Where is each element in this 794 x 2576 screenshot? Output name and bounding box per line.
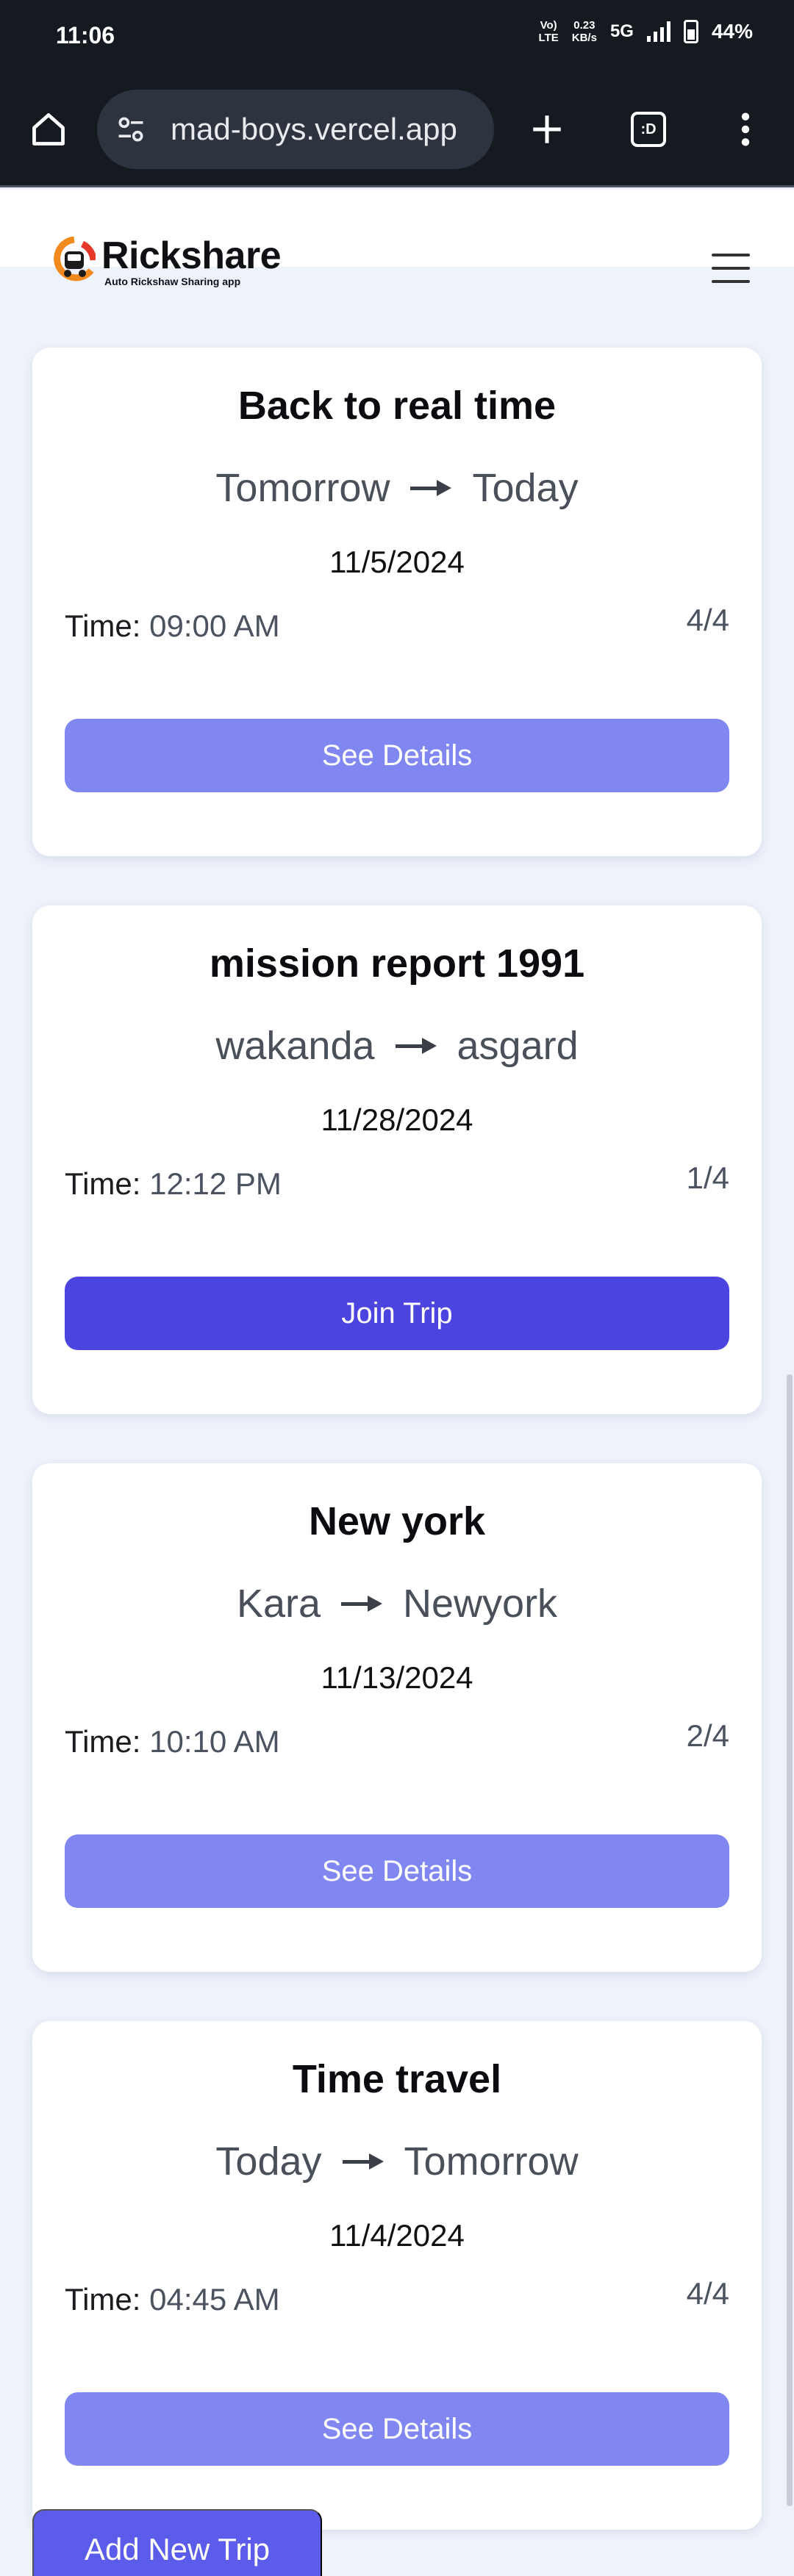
trip-to: Newyork (403, 1582, 558, 1626)
tabs-count: :D (631, 112, 666, 147)
battery-icon (683, 20, 698, 43)
trip-time: Time: 10:10 AM (65, 1724, 280, 1759)
trip-time-value: 04:45 AM (149, 2282, 280, 2317)
site-settings-icon[interactable] (110, 109, 151, 150)
trip-time-label: Time: (65, 609, 141, 643)
trip-date: 11/28/2024 (321, 1102, 473, 1137)
trip-time-label: Time: (65, 1724, 141, 1759)
hamburger-menu-icon[interactable] (712, 254, 750, 283)
logo-tagline: Auto Rickshaw Sharing app (104, 276, 241, 287)
trip-date: 11/5/2024 (329, 545, 465, 579)
arrow-right-icon (410, 479, 452, 497)
trip-card: mission report 1991 wakanda asgard 11/28… (32, 905, 762, 1414)
trip-seats: 1/4 (686, 1160, 729, 1195)
trip-time: Time: 12:12 PM (65, 1166, 282, 1202)
logo-name: Rickshare (101, 234, 282, 277)
network-speed-value: 0.23 (573, 19, 596, 32)
arrow-right-icon (341, 1595, 383, 1612)
trip-title: New york (308, 1499, 486, 1543)
status-bar: 11:06 Vo) LTE 0.23 KB/s 5G 44% (0, 0, 794, 73)
signal-icon (646, 21, 670, 42)
status-indicators: Vo) LTE 0.23 KB/s 5G 44% (539, 19, 753, 44)
trip-route: wakanda asgard (32, 1023, 762, 1069)
address-bar[interactable]: mad-boys.vercel.app (97, 90, 494, 169)
network-speed: 0.23 KB/s (572, 19, 597, 44)
trip-from: Tomorrow (215, 466, 390, 510)
trip-time-value: 12:12 PM (149, 1166, 282, 1201)
join-trip-button[interactable]: Join Trip (65, 1277, 729, 1350)
network-type: 5G (609, 21, 634, 41)
trip-title: Time travel (292, 2057, 502, 2101)
see-details-button[interactable]: See Details (65, 719, 729, 792)
trip-card: New york Kara Newyork 11/13/2024 Time: 1… (32, 1463, 762, 1972)
trip-route: Tomorrow Today (32, 465, 762, 511)
trip-to: Today (472, 466, 579, 510)
trip-time: Time: 04:45 AM (65, 2282, 280, 2317)
scrollbar[interactable] (787, 1374, 793, 2506)
trip-date: 11/4/2024 (329, 2218, 465, 2253)
browser-toolbar: mad-boys.vercel.app :D (0, 73, 794, 187)
status-time: 11:06 (56, 22, 115, 49)
trip-title: mission report 1991 (209, 941, 585, 986)
url-text: mad-boys.vercel.app (171, 112, 457, 146)
trip-seats: 4/4 (686, 2276, 729, 2311)
trip-time-value: 09:00 AM (149, 609, 280, 643)
trip-to: Tomorrow (404, 2139, 579, 2184)
logo[interactable]: Rickshare Auto Rickshaw Sharing app (53, 234, 282, 288)
more-menu-icon[interactable] (718, 101, 773, 157)
trip-route: Kara Newyork (32, 1581, 762, 1626)
trip-route: Today Tomorrow (32, 2139, 762, 2184)
volte-indicator: Vo) LTE (538, 19, 559, 44)
trip-time: Time: 09:00 AM (65, 609, 280, 644)
trip-time-value: 10:10 AM (149, 1724, 280, 1759)
trip-time-label: Time: (65, 2282, 141, 2317)
see-details-button[interactable]: See Details (65, 2392, 729, 2466)
see-details-button[interactable]: See Details (65, 1834, 729, 1908)
home-icon[interactable] (21, 101, 76, 157)
add-new-trip-button[interactable]: Add New Trip (32, 2509, 322, 2576)
trip-to: asgard (457, 1024, 579, 1068)
arrow-right-icon (395, 1037, 437, 1055)
new-tab-icon[interactable] (519, 101, 575, 157)
tabs-icon[interactable]: :D (620, 101, 676, 157)
trip-seats: 4/4 (686, 603, 729, 637)
trip-card: Back to real time Tomorrow Today 11/5/20… (32, 348, 762, 856)
rickshaw-logo-icon (53, 236, 97, 288)
trip-from: wakanda (215, 1024, 375, 1068)
trip-time-label: Time: (65, 1166, 141, 1201)
arrow-right-icon (342, 2153, 384, 2170)
trip-from: Today (215, 2139, 322, 2184)
trip-card: Time travel Today Tomorrow 11/4/2024 Tim… (32, 2021, 762, 2530)
trip-seats: 2/4 (686, 1718, 729, 1753)
trip-date: 11/13/2024 (321, 1660, 473, 1695)
trip-from: Kara (236, 1582, 321, 1626)
battery-level: 44% (711, 20, 753, 43)
network-speed-unit: KB/s (571, 32, 597, 44)
trip-title: Back to real time (237, 384, 557, 428)
